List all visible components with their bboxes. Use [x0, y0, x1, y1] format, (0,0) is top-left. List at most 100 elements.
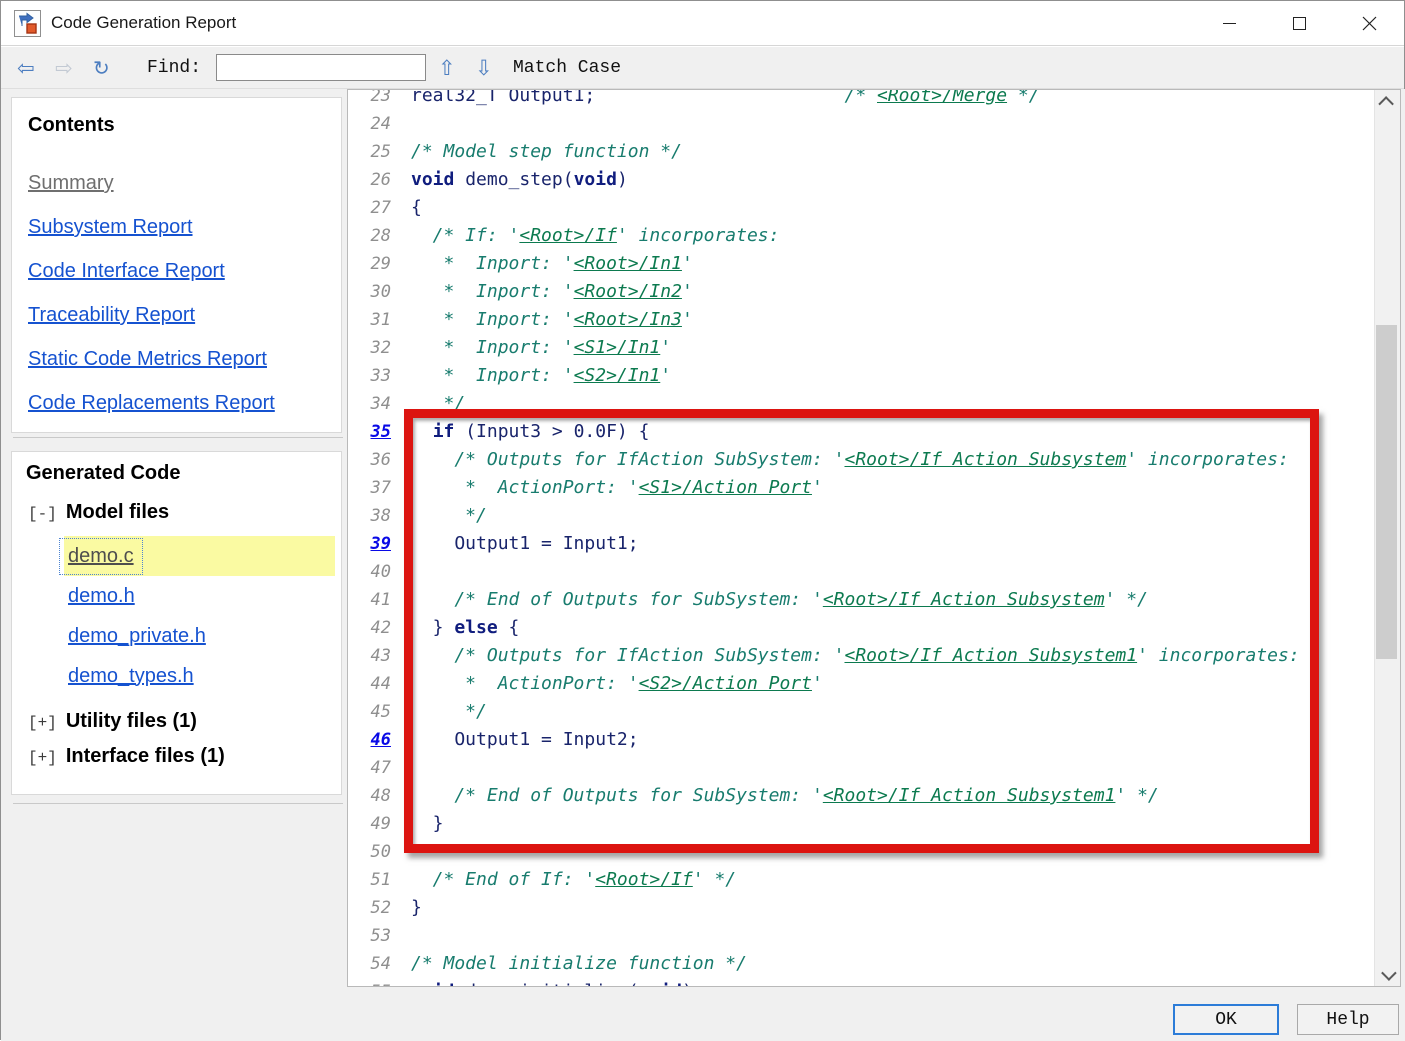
line-number: 37 — [370, 478, 391, 498]
window-title: Code Generation Report — [51, 13, 237, 32]
code-line: 50 — [348, 839, 1373, 867]
file-row-demo-c[interactable]: demo.c — [59, 536, 335, 576]
sidebar-link-traceability-report[interactable]: Traceability Report — [28, 303, 325, 327]
code-trace-link[interactable]: <S2>/Action Port — [639, 673, 812, 694]
code-line: 40 — [348, 559, 1373, 587]
line-number: 44 — [370, 674, 391, 694]
line-number: 34 — [370, 394, 391, 414]
code-trace-link[interactable]: <Root>/Merge — [877, 90, 1007, 106]
code-trace-link[interactable]: <Root>/In1 — [574, 253, 682, 274]
code-segment: void — [573, 169, 617, 190]
file-row-demo-h[interactable]: demo.h — [64, 576, 335, 616]
find-input[interactable] — [216, 54, 426, 81]
scroll-down-icon[interactable] — [1375, 964, 1400, 984]
forward-arrow-icon[interactable]: ⇨ — [55, 55, 73, 81]
line-number-link[interactable]: 35 — [348, 419, 391, 445]
group-utility-files[interactable]: [+] Utility files (1) — [28, 710, 327, 733]
code-trace-link[interactable]: <Root>/If Action Subsystem1 — [823, 785, 1116, 806]
sidebar-link-code-replacements-report[interactable]: Code Replacements Report — [28, 391, 325, 415]
window-controls — [1194, 1, 1404, 46]
sidebar-divider — [13, 437, 343, 438]
expand-toggle-icon[interactable]: [+] — [28, 714, 57, 732]
back-arrow-icon[interactable]: ⇦ — [17, 55, 35, 81]
find-next-icon[interactable]: ⇩ — [475, 55, 493, 81]
code-text: /* Model initialize function */ — [391, 951, 747, 977]
line-number: 45 — [370, 702, 391, 722]
vertical-scrollbar[interactable] — [1374, 90, 1400, 986]
expand-toggle-icon[interactable]: [+] — [28, 749, 57, 767]
code-segment: demo_initialize( — [454, 981, 638, 986]
code-trace-link[interactable]: <Root>/If — [519, 225, 617, 246]
maximize-button[interactable] — [1264, 1, 1334, 46]
line-number: 55 — [348, 979, 391, 986]
code-trace-link[interactable]: <Root>/If — [595, 869, 693, 890]
code-view: 23 real32_T Output1; /* <Root>/Merge */24… — [347, 89, 1401, 987]
minimize-button[interactable] — [1194, 1, 1264, 46]
group-interface-files[interactable]: [+] Interface files (1) — [28, 745, 327, 768]
code-trace-link[interactable]: <Root>/If Action Subsystem1 — [844, 645, 1137, 666]
code-segment: /* End of Outputs for SubSystem: ' — [411, 589, 823, 610]
sidebar-link-code-interface-report[interactable]: Code Interface Report — [28, 259, 325, 283]
line-number-link[interactable]: 39 — [348, 531, 391, 557]
file-link-demo-h[interactable]: demo.h — [64, 583, 139, 610]
code-trace-link[interactable]: <Root>/If Action Subsystem — [844, 449, 1126, 470]
code-trace-link[interactable]: <S1>/Action Port — [639, 477, 812, 498]
code-segment: */ — [411, 505, 487, 526]
refresh-icon[interactable]: ↻ — [93, 55, 110, 81]
code-segment: /* Model initialize function */ — [411, 953, 747, 974]
group-model-files[interactable]: [-] Model files — [28, 501, 327, 524]
code-segment: /* Outputs for IfAction SubSystem: ' — [411, 449, 845, 470]
generated-code-heading: Generated Code — [26, 462, 181, 484]
code-text: /* If: '<Root>/If' incorporates: — [391, 223, 780, 249]
code-trace-link[interactable]: <Root>/In2 — [574, 281, 682, 302]
code-segment: ' — [660, 365, 672, 386]
file-link-demo-private-h[interactable]: demo_private.h — [64, 623, 210, 650]
code-lines: 23 real32_T Output1; /* <Root>/Merge */24… — [348, 89, 1373, 986]
code-text: Output1 = Input2; — [391, 727, 638, 753]
code-text: * Inport: '<S1>/In1' — [391, 335, 672, 361]
find-previous-icon[interactable]: ⇧ — [438, 55, 456, 81]
code-trace-link[interactable]: <S2>/In1 — [574, 365, 661, 386]
code-trace-link[interactable]: <Root>/If Action Subsystem — [823, 589, 1105, 610]
collapse-toggle-icon[interactable]: [-] — [28, 505, 57, 523]
code-trace-link[interactable]: <S1>/In1 — [574, 337, 661, 358]
code-segment: */ — [411, 701, 487, 722]
code-line: 24 — [348, 111, 1373, 139]
code-segment: if — [432, 421, 455, 442]
code-trace-link[interactable]: <Root>/In3 — [574, 309, 682, 330]
code-segment: ' */ — [1115, 785, 1159, 806]
scroll-up-icon[interactable] — [1375, 92, 1400, 112]
file-row-demo-private-h[interactable]: demo_private.h — [64, 616, 335, 656]
sidebar-link-subsystem-report[interactable]: Subsystem Report — [28, 215, 325, 239]
close-button[interactable] — [1334, 1, 1404, 46]
line-number: 31 — [370, 310, 391, 330]
match-case-toggle[interactable]: Match Case — [513, 58, 621, 78]
code-segment: /* — [844, 89, 877, 106]
sidebar-link-summary[interactable]: Summary — [28, 171, 325, 195]
code-segment: ' */ — [692, 869, 737, 890]
file-link-demo-types-h[interactable]: demo_types.h — [64, 663, 198, 690]
code-text: */ — [391, 391, 466, 417]
code-segment: /* Model step function */ — [411, 141, 682, 162]
code-segment: * Inport: ' — [411, 365, 574, 386]
code-text: /* Outputs for IfAction SubSystem: '<Roo… — [391, 643, 1299, 669]
sidebar-link-static-code-metrics-report[interactable]: Static Code Metrics Report — [28, 347, 325, 371]
line-number: 40 — [370, 562, 391, 582]
code-segment: ' — [811, 477, 823, 498]
help-button[interactable]: Help — [1297, 1004, 1399, 1035]
file-link-demo-c[interactable]: demo.c — [59, 537, 143, 575]
code-text: } — [391, 895, 422, 921]
code-segment: ) — [682, 981, 693, 986]
code-line: 29 * Inport: '<Root>/In1' — [348, 251, 1373, 279]
contents-heading: Contents — [28, 114, 115, 136]
line-number: 25 — [370, 142, 391, 162]
ok-button[interactable]: OK — [1173, 1004, 1279, 1035]
minimize-icon — [1222, 23, 1236, 24]
file-row-demo-types-h[interactable]: demo_types.h — [64, 656, 335, 696]
scrollbar-thumb[interactable] — [1376, 325, 1397, 659]
code-line: 39 Output1 = Input1; — [348, 531, 1373, 559]
line-number-link[interactable]: 46 — [348, 727, 391, 753]
code-line: 51 /* End of If: '<Root>/If' */ — [348, 867, 1373, 895]
line-number: 41 — [370, 590, 391, 610]
code-line: 45 */ — [348, 699, 1373, 727]
